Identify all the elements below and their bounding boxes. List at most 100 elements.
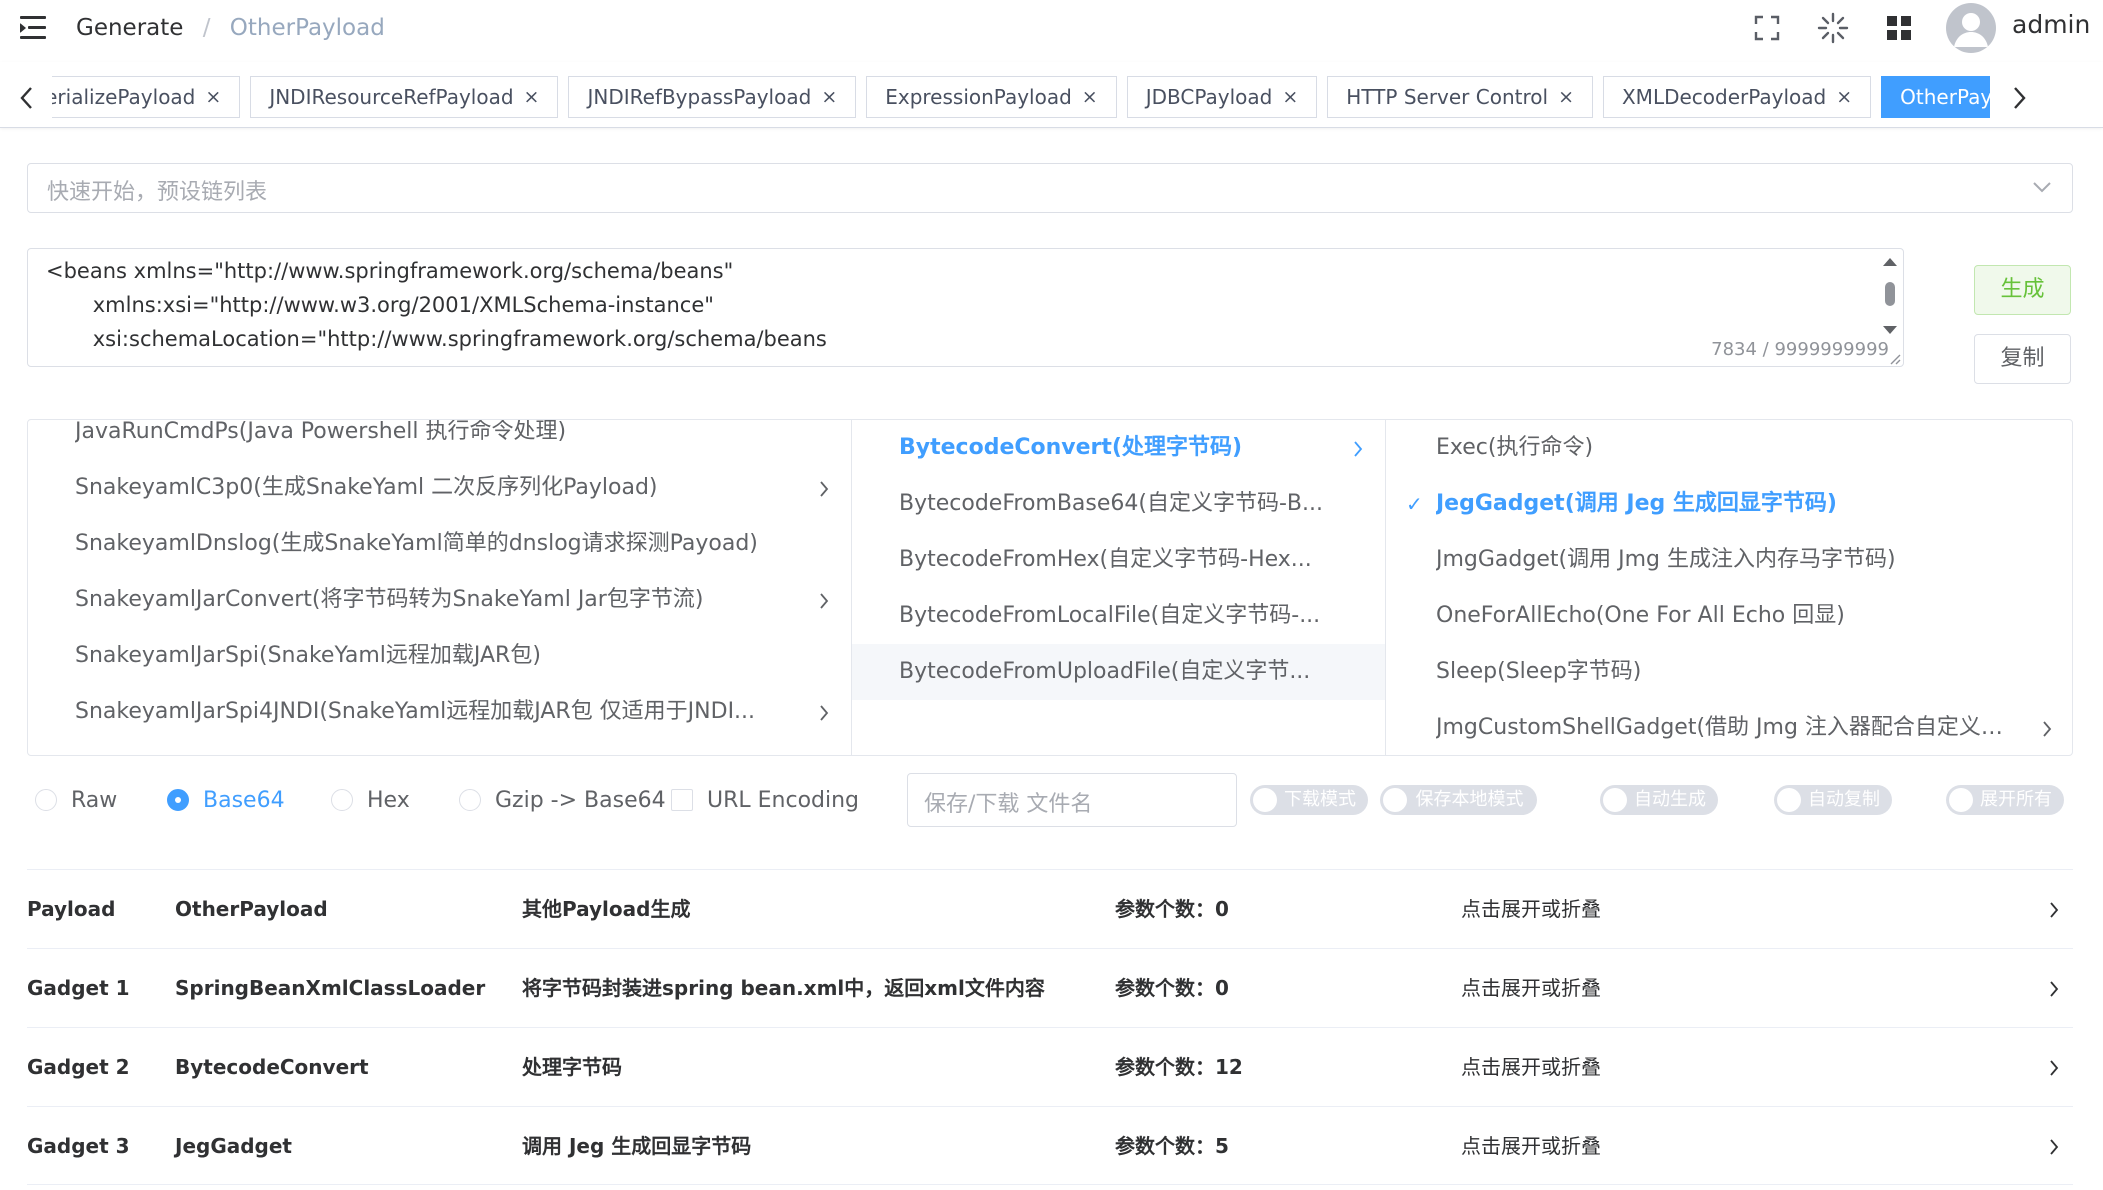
tab-deserializepayload[interactable]: DeserializePayload ×	[52, 76, 241, 118]
switch-auto-copy[interactable]: 自动复制	[1774, 785, 1892, 815]
cascader-option-label: BytecodeConvert(处理字节码)	[899, 435, 1243, 460]
close-icon[interactable]: ×	[205, 77, 221, 117]
tab-expressionpayload[interactable]: ExpressionPayload ×	[866, 76, 1117, 118]
tab-http-server-control[interactable]: HTTP Server Control ×	[1327, 76, 1593, 118]
radio-hex[interactable]: Hex	[331, 784, 410, 816]
switch-label: 自动生成	[1634, 789, 1706, 810]
cascader-option[interactable]: BytecodeConvert(处理字节码)	[852, 420, 1385, 476]
cascader-option-label: BytecodeFromHex(自定义字节码-Hex...	[899, 547, 1312, 572]
gadget-name: OtherPayload	[175, 897, 328, 921]
cascader-option-label: OneForAllEcho(One For All Echo 回显)	[1436, 603, 1845, 628]
cascader-menu-3: Exec(执行命令) ✓ JegGadget(调用 Jeg 生成回显字节码) JmgG…	[1386, 420, 2072, 755]
cascader-option[interactable]: BytecodeFromUploadFile(自定义字节...	[852, 644, 1385, 700]
cascader-option[interactable]: SnakeyamlC3p0(生成SnakeYaml 二次反序列化Payload)	[28, 460, 851, 516]
close-icon[interactable]: ×	[821, 77, 837, 117]
switch-knob	[1383, 788, 1407, 812]
switch-label: 保存本地模式	[1415, 789, 1524, 810]
cascader-option-label: Exec(执行命令)	[1436, 435, 1594, 460]
chevron-right-icon	[820, 481, 829, 497]
cascader-option[interactable]: OneForAllEcho(One For All Echo 回显)	[1386, 588, 2072, 644]
gadget-name: BytecodeConvert	[175, 1055, 369, 1079]
switch-label: 展开所有	[1980, 789, 2052, 810]
breadcrumb-item-generate[interactable]: Generate	[76, 15, 183, 41]
cascader-option[interactable]: SnakeyamlJarSpi(SnakeYaml远程加载JAR包)	[28, 628, 851, 684]
user-avatar-icon[interactable]	[1946, 3, 1996, 53]
radio-raw[interactable]: Raw	[35, 784, 117, 816]
tabs-scroll-right-icon[interactable]	[2004, 80, 2034, 116]
cascader-option[interactable]: BytecodeFromBase64(自定义字节码-B...	[852, 476, 1385, 532]
gadget-kind: Payload	[27, 897, 116, 921]
gadget-params: 参数个数：0	[1115, 897, 1229, 921]
chevron-right-icon	[2050, 981, 2059, 997]
copy-button[interactable]: 复制	[1974, 334, 2071, 384]
switch-save-local-mode[interactable]: 保存本地模式	[1380, 785, 1537, 815]
gadget-params: 参数个数：5	[1115, 1134, 1229, 1158]
switch-download-mode[interactable]: 下载模式	[1250, 785, 1368, 815]
loading-spinner-icon[interactable]	[1815, 10, 1851, 46]
gadget-row[interactable]: Payload OtherPayload 其他Payload生成 参数个数：0 点击展开…	[27, 869, 2073, 948]
gadget-cascader-panel: JavaRunCmdPs(Java Powershell 执行命令处理) Snak…	[27, 419, 2073, 756]
cascader-menu-1: JavaRunCmdPs(Java Powershell 执行命令处理) Snak…	[28, 420, 852, 755]
gadget-row[interactable]: Gadget 2 BytecodeConvert 处理字节码 参数个数：12 点击展开或…	[27, 1027, 2073, 1106]
cascader-option[interactable]: Exec(执行命令)	[1386, 420, 2072, 476]
tab-otherpayload[interactable]: OtherPayload×	[1881, 76, 1990, 118]
cascader-option-label: SnakeyamlJarConvert(将字节码转为SnakeYaml Jar包…	[75, 587, 704, 612]
chevron-right-icon	[2050, 902, 2059, 918]
switch-label: 下载模式	[1284, 789, 1356, 810]
gadget-kind: Gadget 3	[27, 1134, 130, 1158]
radio-gzip-base64[interactable]: Gzip -> Base64	[459, 784, 666, 816]
close-icon[interactable]: ×	[1836, 77, 1852, 117]
cascader-menu-2: BytecodeConvert(处理字节码) BytecodeFromBase64…	[852, 420, 1386, 755]
gadget-desc: 处理字节码	[522, 1055, 622, 1079]
tab-label: JDBCPayload	[1145, 85, 1273, 109]
cascader-option[interactable]: JmgGadget(调用 Jmg 生成注入内存马字节码)	[1386, 532, 2072, 588]
gadget-desc: 将字节码封装进spring bean.xml中，返回xml文件内容	[522, 976, 1045, 1000]
menu-fold-icon[interactable]	[20, 16, 50, 40]
tab-jndirefbypasspayload[interactable]: JNDIRefBypassPayload ×	[568, 76, 857, 118]
close-icon[interactable]: ×	[524, 77, 540, 117]
gadget-row[interactable]: Gadget 1 SpringBeanXmlClassLoader 将字节码封装进s…	[27, 948, 2073, 1027]
cascader-option[interactable]: SnakeyamlJarConvert(将字节码转为SnakeYaml Jar包…	[28, 572, 851, 628]
cascader-option[interactable]: JavaRunCmdPs(Java Powershell 执行命令处理)	[28, 420, 851, 460]
gadget-kind: Gadget 2	[27, 1055, 130, 1079]
chevron-right-icon	[2050, 1139, 2059, 1155]
tab-label: XMLDecoderPayload	[1621, 85, 1827, 109]
switch-auto-generate[interactable]: 自动生成	[1600, 785, 1718, 815]
cascader-option[interactable]: Sleep(Sleep字节码)	[1386, 644, 2072, 700]
chevron-right-icon	[2050, 1060, 2059, 1076]
url-encoding-checkbox[interactable]: URL Encoding	[671, 784, 859, 816]
chevron-right-icon	[820, 593, 829, 609]
cascader-option[interactable]: BytecodeFromHex(自定义字节码-Hex...	[852, 532, 1385, 588]
cascader-option[interactable]: SnakeyamlDnslog(生成SnakeYaml简单的dnslog请求探测…	[28, 516, 851, 572]
cascader-option[interactable]: BytecodeFromLocalFile(自定义字节码-...	[852, 588, 1385, 644]
switch-knob	[1949, 788, 1973, 812]
tab-xmldecoderpayload[interactable]: XMLDecoderPayload ×	[1602, 76, 1872, 118]
radio-base64[interactable]: Base64	[167, 784, 285, 816]
generate-button[interactable]: 生成	[1974, 265, 2071, 315]
cascader-option-label: SnakeyamlJarSpi4JNDI(SnakeYaml远程加载JAR包 仅…	[75, 699, 756, 724]
switch-expand-all[interactable]: 展开所有	[1946, 785, 2064, 815]
tab-label: ExpressionPayload	[885, 85, 1072, 109]
grid-apps-icon[interactable]	[1881, 10, 1917, 46]
tab-jdbcpayload[interactable]: JDBCPayload ×	[1126, 76, 1318, 118]
gadget-params: 参数个数：0	[1115, 976, 1229, 1000]
cascader-option[interactable]: JmgCustomShellGadget(借助 Jmg 注入器配合自定义马...	[1386, 700, 2072, 755]
textarea-scrollbar[interactable]	[1879, 252, 1901, 340]
cascader-option[interactable]: SnakeyamlJarSpi4JNDI(SnakeYaml远程加载JAR包 仅…	[28, 684, 851, 740]
payload-output-textarea[interactable]: <beans xmlns="http://www.springframework…	[27, 248, 1904, 367]
cascader-option-label: JegGadget(调用 Jeg 生成回显字节码)	[1436, 491, 1837, 516]
fullscreen-icon[interactable]	[1749, 10, 1785, 46]
gadget-row[interactable]: Gadget 3 JegGadget 调用 Jeg 生成回显字节码 参数个数：5 点击展…	[27, 1106, 2073, 1185]
filename-input[interactable]: 保存/下载 文件名	[907, 773, 1237, 827]
close-icon[interactable]: ×	[1558, 77, 1574, 117]
tabs-scroll-left-icon[interactable]	[12, 80, 42, 116]
close-icon[interactable]: ×	[1282, 77, 1298, 117]
username[interactable]: admin	[2012, 10, 2090, 39]
close-icon[interactable]: ×	[1082, 77, 1098, 117]
cascader-option-label: JavaRunCmdPs(Java Powershell 执行命令处理)	[75, 420, 567, 444]
resize-handle-icon[interactable]	[1889, 353, 1901, 365]
tab-jndiresourcerefpayload[interactable]: JNDIResourceRefPayload ×	[250, 76, 559, 118]
cascader-option[interactable]: ✓ JegGadget(调用 Jeg 生成回显字节码)	[1386, 476, 2072, 532]
check-icon: ✓	[1406, 492, 1423, 516]
preset-chain-select[interactable]: 快速开始，预设链列表	[27, 163, 2073, 213]
